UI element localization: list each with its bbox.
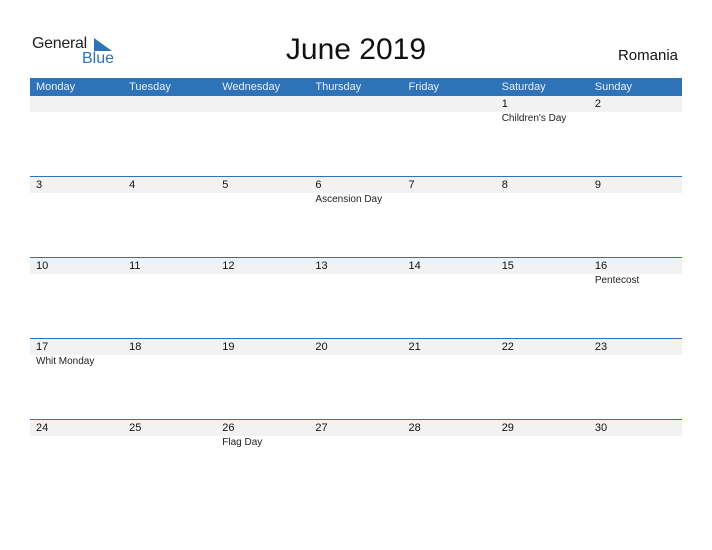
week-row: 10 11 12 13 14 15 16 Pentecost — [30, 257, 682, 339]
day-number: 3 — [36, 179, 43, 191]
day-number: 25 — [129, 422, 142, 434]
weekday-header-monday: Monday — [36, 81, 76, 93]
day-number — [36, 96, 123, 112]
day-number — [222, 96, 309, 112]
day-cell: 28 — [403, 420, 496, 501]
day-cell: 10 — [30, 258, 123, 339]
day-cell: 21 — [403, 339, 496, 420]
day-number: 17 — [36, 341, 49, 353]
holiday-label: Whit Monday — [36, 356, 95, 367]
day-cell: 14 — [403, 258, 496, 339]
weekday-header-saturday: Saturday — [501, 81, 546, 93]
day-cell: 5 — [216, 177, 309, 258]
weekday-header-thursday: Thursday — [315, 81, 362, 93]
day-number: 22 — [501, 341, 514, 353]
holiday-label: Flag Day — [222, 437, 263, 448]
day-cell: 11 — [123, 258, 216, 339]
weekday-header-sunday: Sunday — [594, 81, 633, 93]
day-cell: 26 Flag Day — [216, 420, 309, 501]
day-cell — [216, 96, 309, 177]
day-cell: 7 — [403, 177, 496, 258]
day-number: 4 — [129, 179, 136, 191]
day-number: 9 — [594, 179, 601, 191]
day-number — [129, 96, 216, 112]
weekday-header: Monday Tuesday Wednesday Thursday Friday Satu… — [30, 78, 682, 96]
week-row: 17 Whit Monday 18 19 20 21 22 23 — [30, 338, 682, 420]
holiday-label: Pentecost — [594, 275, 640, 286]
calendar-title: June 2019 — [285, 33, 427, 66]
day-number: 12 — [222, 260, 235, 272]
day-number: 24 — [36, 422, 49, 434]
day-number: 30 — [594, 422, 608, 434]
day-number: 27 — [315, 422, 328, 434]
weekday-header-wednesday: Wednesday — [222, 81, 281, 93]
weekday-header-friday: Friday — [408, 81, 440, 93]
holiday-label: Ascension Day — [315, 194, 383, 205]
day-cell: 9 — [589, 177, 682, 258]
day-cell: 17 Whit Monday — [30, 339, 123, 420]
day-cell: 20 — [309, 339, 402, 420]
day-number: 29 — [501, 422, 514, 434]
day-cell: 23 — [589, 339, 682, 420]
week-row: 24 25 26 Flag Day 27 28 29 30 — [30, 419, 682, 501]
day-number: 5 — [222, 179, 229, 191]
day-number — [315, 96, 402, 112]
day-cell: 8 — [496, 177, 589, 258]
day-number: 21 — [408, 341, 421, 353]
day-number: 15 — [501, 260, 514, 272]
day-number: 8 — [501, 179, 508, 191]
day-cell — [309, 96, 402, 177]
day-cell: 12 — [216, 258, 309, 339]
day-cell: 22 — [496, 339, 589, 420]
day-number: 11 — [129, 260, 141, 272]
day-cell: 25 — [123, 420, 216, 501]
day-number: 13 — [315, 260, 328, 272]
day-cell: 19 — [216, 339, 309, 420]
day-number: 1 — [501, 98, 508, 110]
day-number: 28 — [408, 422, 421, 434]
country-label: Romania — [617, 47, 678, 64]
day-cell: 4 — [123, 177, 216, 258]
day-number: 19 — [222, 341, 235, 353]
day-cell: 24 — [30, 420, 123, 501]
day-cell — [403, 96, 496, 177]
day-cell: 29 — [496, 420, 589, 501]
day-cell: 27 — [309, 420, 402, 501]
day-number: 7 — [408, 179, 415, 191]
day-cell: 16 Pentecost — [589, 258, 682, 339]
day-number: 26 — [222, 422, 235, 434]
day-number: 16 — [594, 260, 608, 272]
day-number: 20 — [315, 341, 328, 353]
day-cell — [123, 96, 216, 177]
day-cell: 3 — [30, 177, 123, 258]
day-cell: 2 — [589, 96, 682, 177]
day-cell: 13 — [309, 258, 402, 339]
day-cell: 18 — [123, 339, 216, 420]
day-cell: 15 — [496, 258, 589, 339]
day-number: 14 — [408, 260, 421, 272]
day-number — [409, 96, 496, 112]
day-number: 6 — [315, 179, 322, 191]
week-row: 1 Children's Day 2 — [30, 96, 682, 177]
day-number: 23 — [594, 341, 608, 353]
day-cell: 6 Ascension Day — [309, 177, 402, 258]
weekday-header-tuesday: Tuesday — [129, 81, 171, 93]
holiday-label: Children's Day — [501, 113, 567, 124]
day-number: 18 — [129, 341, 142, 353]
day-cell: 1 Children's Day — [496, 96, 589, 177]
day-number: 2 — [594, 98, 601, 110]
day-number: 10 — [36, 260, 49, 272]
day-cell — [30, 96, 123, 177]
day-cell: 30 — [589, 420, 682, 501]
week-row: 3 4 5 6 Ascension Day 7 8 9 — [30, 176, 682, 258]
